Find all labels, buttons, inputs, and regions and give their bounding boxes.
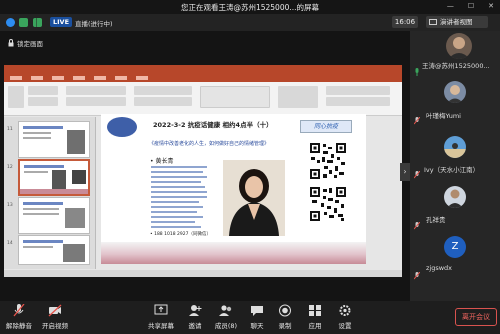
mic-muted-icon	[413, 215, 421, 230]
window-controls: — ☐ ✕	[447, 2, 494, 10]
invite-label: 邀请	[188, 322, 202, 330]
unmute-button[interactable]: 解除静音	[4, 303, 34, 330]
lock-icon	[8, 39, 14, 47]
presenter-name: • 黄长青	[150, 158, 174, 165]
thumb-number: 14	[7, 241, 13, 246]
window-title: 您正在观看王涛@苏州1525000...的屏幕	[180, 3, 320, 12]
close-icon[interactable]: ✕	[488, 2, 494, 10]
share-screen-button[interactable]: 共享屏幕	[146, 304, 176, 330]
info-icon[interactable]	[6, 18, 15, 27]
members-button[interactable]: 成员(8)	[212, 304, 240, 330]
slide-canvas: 2022-3-2 抗疫话健康 相约4点半（十） 同心抗疫 《疫情中改善老化的人生…	[101, 114, 366, 264]
title-bar: 您正在观看王涛@苏州1525000...的屏幕 — ☐ ✕	[0, 0, 500, 14]
contact-phone: • 188 1018 2927（同微信）	[150, 232, 211, 237]
apps-label: 应用	[308, 322, 322, 330]
record-icon	[278, 304, 292, 317]
invite-button[interactable]: 邀请	[184, 304, 206, 330]
signal-icon[interactable]	[33, 18, 42, 27]
collapse-panel-arrow-icon[interactable]: ›	[400, 163, 410, 181]
settings-button[interactable]: 设置	[334, 304, 356, 330]
grid-icon	[429, 19, 437, 25]
chat-button[interactable]: 聊天	[246, 304, 268, 330]
camera-off-icon	[48, 304, 62, 317]
chat-label: 聊天	[250, 322, 264, 330]
avatar[interactable]	[444, 136, 466, 158]
chat-icon	[250, 304, 264, 317]
maximize-icon[interactable]: ☐	[468, 2, 474, 10]
participant-name: 叶瑾梅Yumi	[426, 112, 461, 120]
speaker-view-button[interactable]: 演讲者视图	[426, 16, 488, 28]
org-logo-icon	[107, 117, 137, 137]
leave-meeting-button[interactable]: 离开会议	[455, 308, 497, 326]
start-video-label: 开启视频	[42, 322, 68, 330]
share-screen-icon	[154, 304, 168, 317]
record-button[interactable]: 录制	[274, 304, 296, 330]
share-screen-label: 共享屏幕	[148, 322, 174, 330]
ppt-ribbon	[4, 82, 402, 116]
members-icon	[219, 304, 233, 317]
speaker-view-label: 演讲者视图	[440, 18, 473, 26]
lock-view-label: 锁定画面	[17, 40, 43, 48]
meeting-toolbar: 解除静音 开启视频 共享屏幕 邀请 成员(8) 聊天 录制 应用 设置	[0, 301, 500, 334]
unmute-label: 解除静音	[6, 322, 32, 330]
add-person-icon	[188, 304, 202, 317]
members-label: 成员(8)	[214, 322, 238, 330]
slide-title: 2022-3-2 抗疫话健康 相约4点半（十）	[153, 121, 273, 129]
slide-footer-banner	[101, 242, 366, 264]
live-badge[interactable]: LIVE	[50, 17, 73, 27]
brand-banner: 同心抗疫	[300, 120, 352, 133]
thumb-number: 11	[7, 127, 13, 132]
apps-grid-icon	[308, 304, 322, 317]
participant-name: 王涛@苏州1525000...	[422, 62, 490, 70]
participant-name: Ivy（天水小江南）	[424, 166, 480, 174]
ppt-status-bar	[4, 270, 402, 277]
meeting-clock: 16:06	[392, 16, 418, 28]
slide-thumbnail-pane: 11 12 13 14	[4, 117, 96, 269]
slide-thumbnail[interactable]	[18, 235, 90, 265]
qr-code-icon	[309, 186, 347, 222]
thumb-number: 12	[7, 165, 13, 170]
shield-icon[interactable]	[19, 18, 28, 27]
slide-thumbnail[interactable]	[18, 121, 90, 158]
avatar[interactable]	[444, 81, 466, 103]
mic-muted-icon	[413, 164, 421, 179]
start-video-button[interactable]: 开启视频	[40, 304, 70, 330]
mic-muted-icon	[413, 265, 421, 280]
meeting-window: 您正在观看王涛@苏州1525000...的屏幕 — ☐ ✕ LIVE 直播(进行…	[0, 0, 500, 334]
participant-name: 孔祥贵	[426, 216, 446, 224]
participant-panel: 王涛@苏州1525000... 叶瑾梅Yumi Ivy（天水小江南） › 孔祥贵…	[400, 31, 500, 301]
avatar[interactable]	[446, 33, 472, 59]
presenter-photo	[223, 160, 285, 236]
participant-name: zjgswdx	[426, 264, 453, 272]
apps-button[interactable]: 应用	[304, 304, 326, 330]
mic-muted-icon	[413, 110, 421, 125]
settings-label: 设置	[338, 322, 352, 330]
ppt-title-bar	[4, 65, 402, 74]
ppt-ribbon-tabs	[4, 74, 402, 82]
slide-thumbnail[interactable]	[18, 197, 90, 234]
qr-code-icon	[309, 142, 347, 180]
gear-icon	[338, 304, 352, 317]
meeting-info-bar: LIVE 直播(进行中) 16:06 演讲者视图	[0, 14, 500, 31]
live-status[interactable]: 直播(进行中)	[75, 18, 113, 28]
mic-muted-icon	[12, 303, 26, 317]
mic-icon	[414, 61, 420, 76]
lock-view-button[interactable]: 锁定画面	[8, 38, 43, 48]
thumb-number: 13	[7, 203, 13, 208]
avatar[interactable]: Z	[444, 236, 466, 258]
avatar[interactable]	[444, 186, 466, 208]
record-label: 录制	[278, 322, 292, 330]
minimize-icon[interactable]: —	[447, 2, 454, 10]
slide-subtitle: 《疫情中改善老化的人生，如何做好自己的情绪管理》	[149, 141, 270, 147]
slide-thumbnail-selected[interactable]	[18, 159, 90, 196]
